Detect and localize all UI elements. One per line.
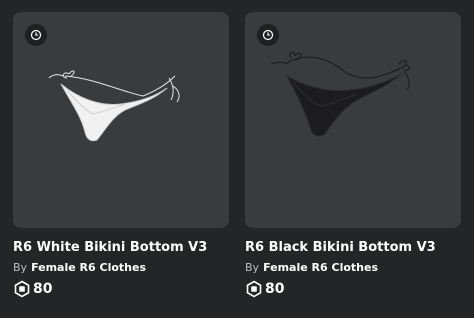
creator-link[interactable]: Female R6 Clothes [31, 261, 146, 274]
creator-link[interactable]: Female R6 Clothes [263, 261, 378, 274]
bikini-bottom-white-image [48, 70, 180, 142]
catalog-grid: R6 White Bikini Bottom V3 By Female R6 Cl… [0, 0, 474, 318]
clock-icon [257, 24, 279, 46]
robux-icon [14, 280, 30, 298]
item-title[interactable]: R6 Black Bikini Bottom V3 [245, 239, 461, 256]
item-thumbnail[interactable] [13, 12, 229, 228]
item-title[interactable]: R6 White Bikini Bottom V3 [13, 239, 229, 256]
price-amount: 80 [33, 281, 53, 297]
by-label: By [13, 261, 28, 274]
item-card-black-bikini-bottom[interactable]: R6 Black Bikini Bottom V3 By Female R6 Cl… [245, 12, 461, 299]
clock-icon [25, 24, 47, 46]
bikini-bottom-black-image [270, 51, 410, 137]
item-price: 80 [245, 279, 461, 299]
price-amount: 80 [265, 281, 285, 297]
item-byline: By Female R6 Clothes [13, 260, 229, 275]
item-card-white-bikini-bottom[interactable]: R6 White Bikini Bottom V3 By Female R6 Cl… [13, 12, 229, 299]
item-price: 80 [13, 279, 229, 299]
item-thumbnail[interactable] [245, 12, 461, 228]
robux-icon [246, 280, 262, 298]
by-label: By [245, 261, 260, 274]
item-byline: By Female R6 Clothes [245, 260, 461, 275]
